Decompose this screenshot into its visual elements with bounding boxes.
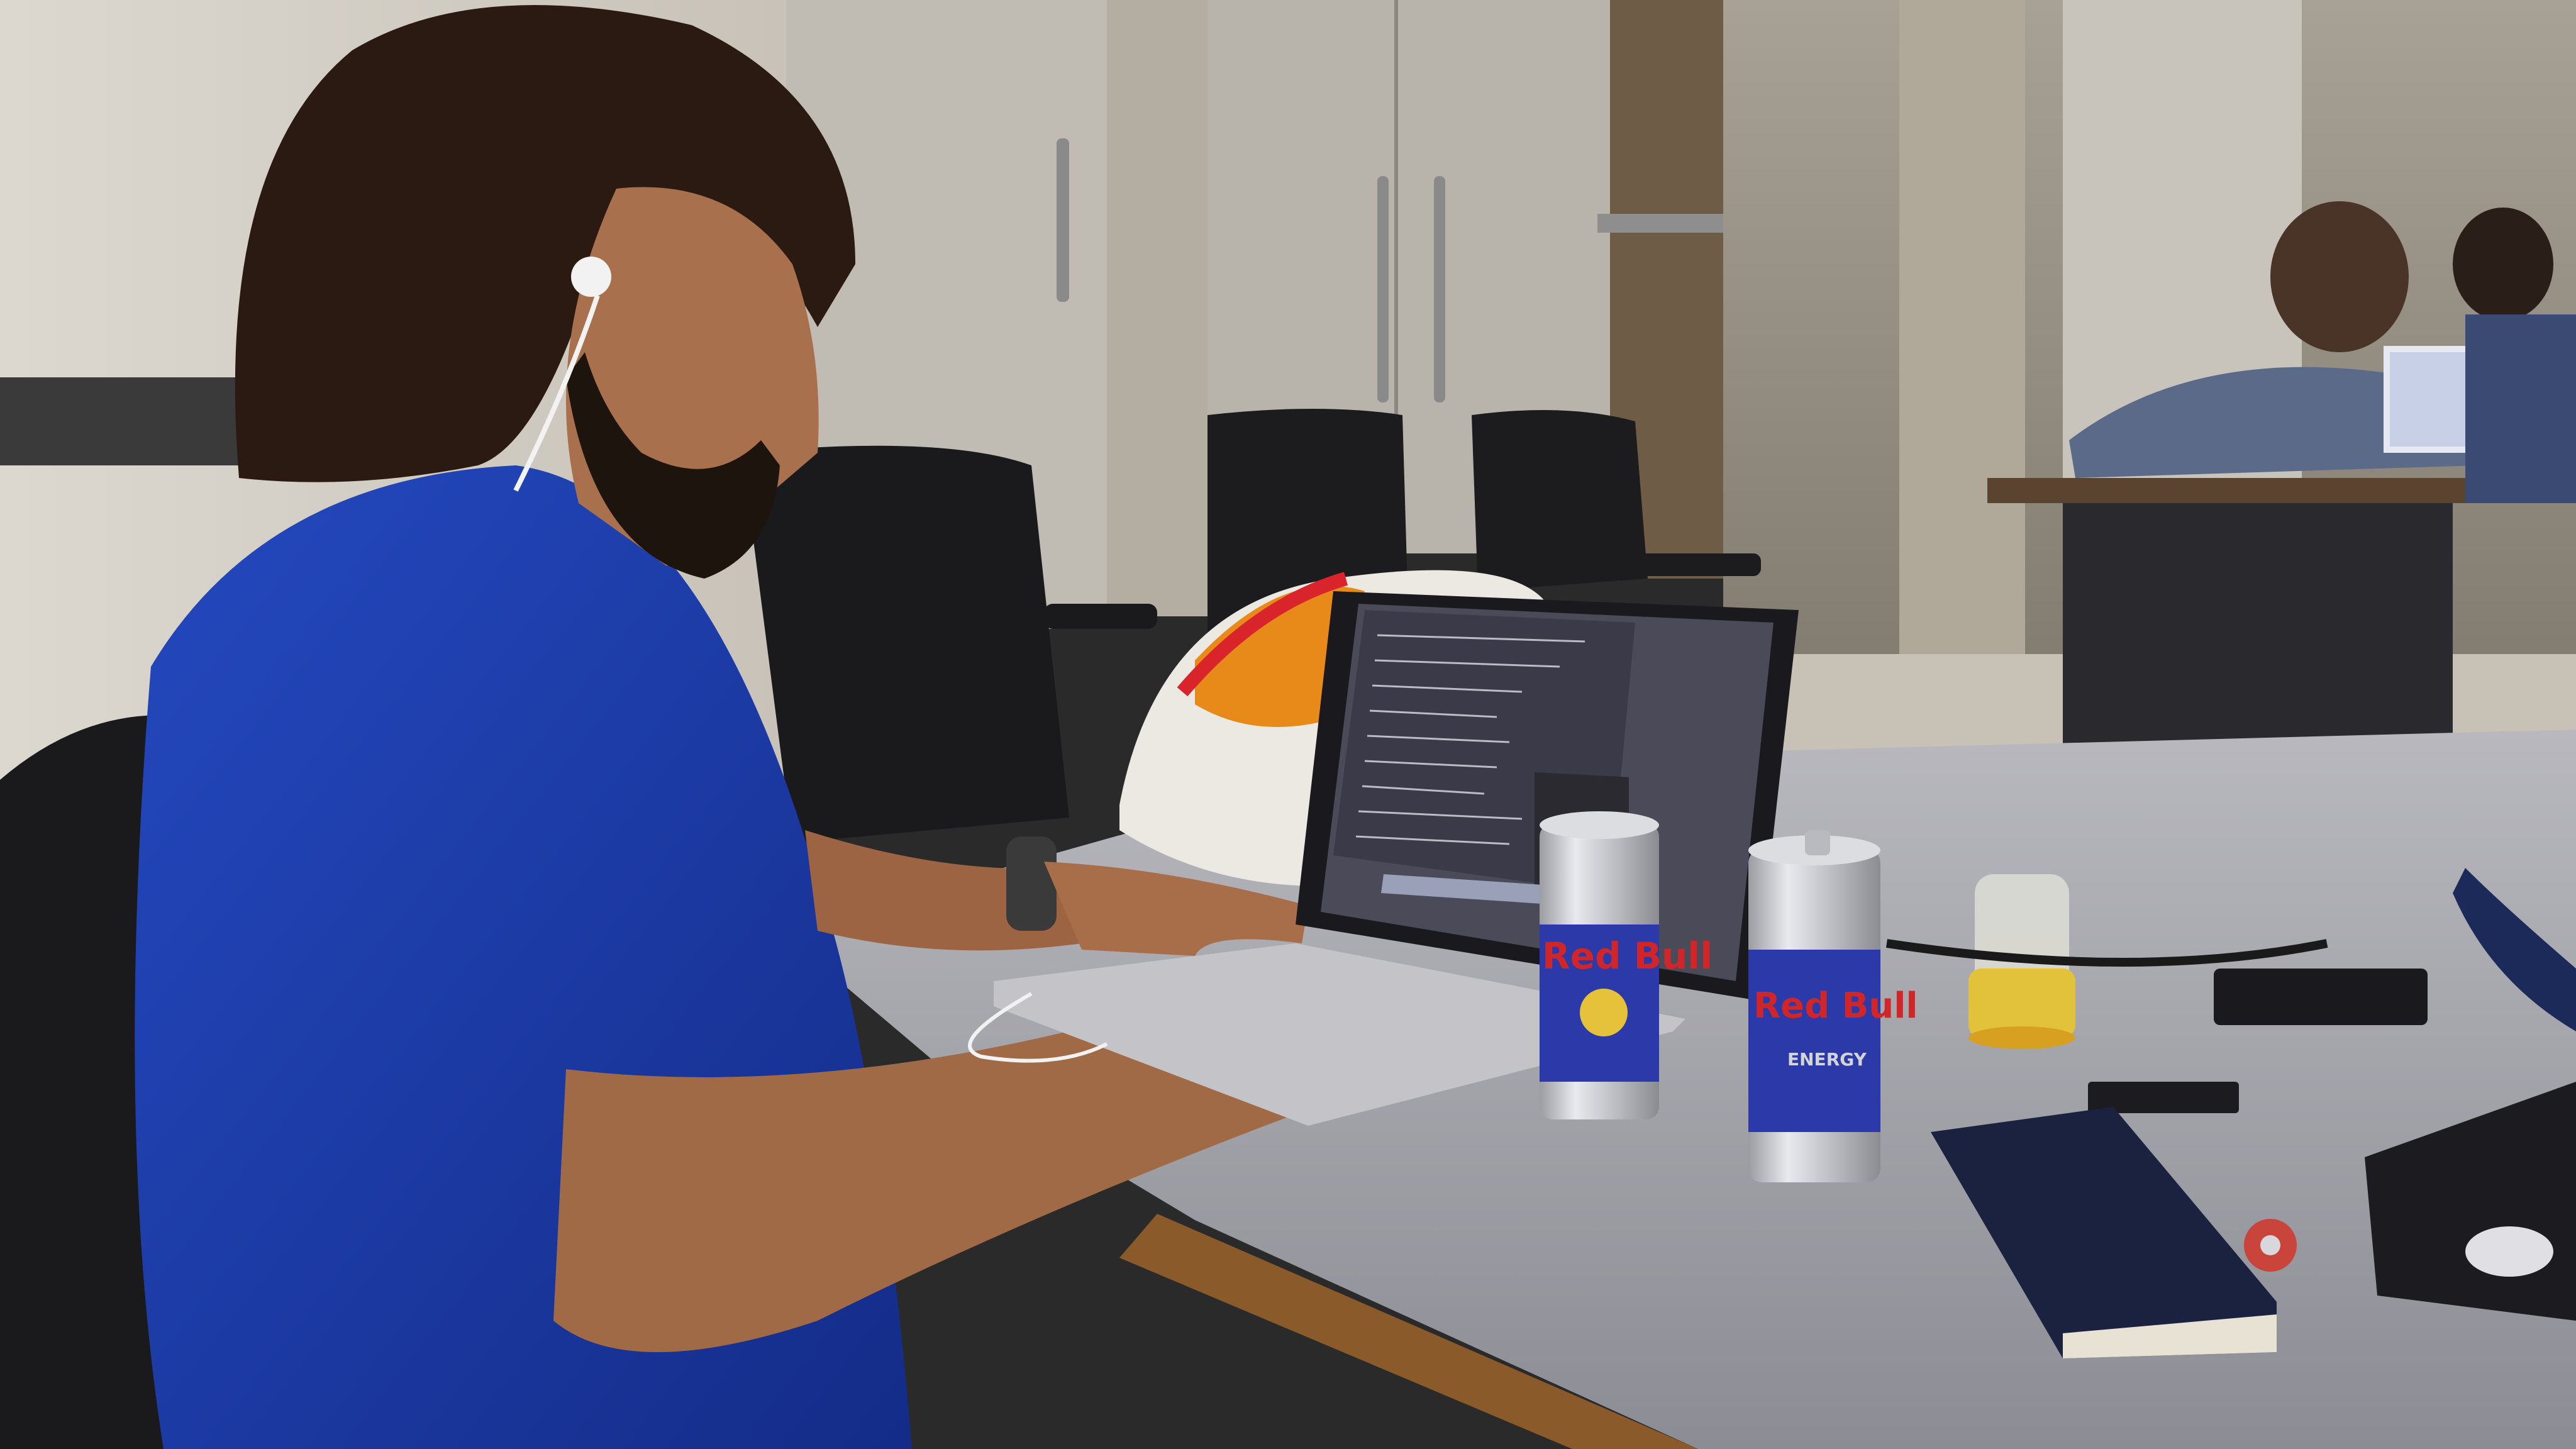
door-handle — [1057, 138, 1069, 302]
glass-room-pillar — [1899, 0, 2025, 654]
can-right-brand: Red Bull — [1753, 985, 1918, 1026]
glass-door-frame — [1597, 214, 1736, 233]
door-handle-3 — [1434, 176, 1445, 402]
door-handle-2 — [1377, 176, 1389, 402]
device-box — [2214, 969, 2428, 1025]
wristwatch — [1006, 836, 1057, 931]
photo-scene: Red Bull Red Bull ENERGY — [0, 0, 2576, 1449]
can-right-sub: ENERGY — [1787, 1049, 1867, 1070]
can-left-brand: Red Bull — [1542, 935, 1713, 977]
pillar — [1107, 0, 1208, 616]
earphone — [571, 257, 611, 297]
wall-trim — [0, 377, 264, 465]
